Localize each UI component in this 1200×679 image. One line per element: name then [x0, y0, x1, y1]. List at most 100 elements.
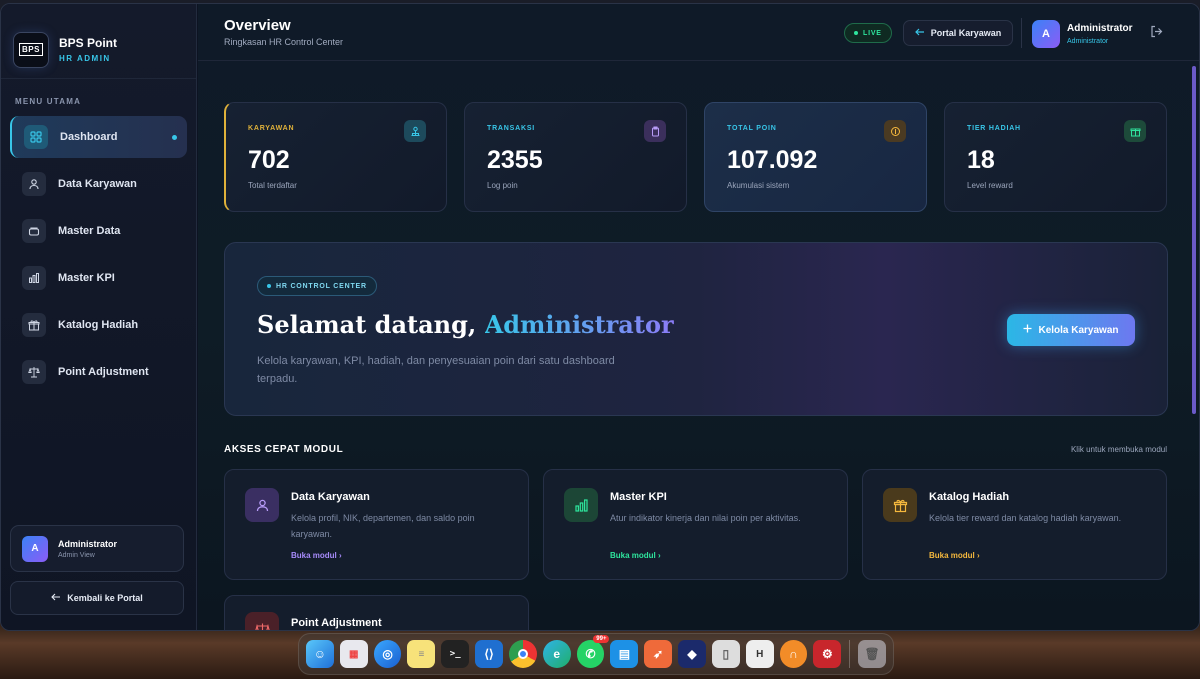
- sidebar-item-master-kpi[interactable]: Master KPI: [10, 257, 187, 299]
- app-h-icon[interactable]: H: [745, 640, 774, 668]
- chrome-icon[interactable]: [508, 640, 537, 668]
- stat-card-transaksi[interactable]: TRANSAKSI 2355 Log poin: [464, 102, 687, 212]
- brand: BPS BPS Point HR ADMIN: [1, 4, 196, 79]
- gift-icon: [883, 488, 917, 522]
- sidebar-item-master-data[interactable]: Master Data: [10, 210, 187, 252]
- stat-card-tier-hadiah[interactable]: TIER HADIAH 18 Level reward: [944, 102, 1167, 212]
- module-desc: Kelola profil, NIK, departemen, dan sald…: [291, 513, 475, 539]
- live-dot: [854, 31, 858, 35]
- brand-sub: HR ADMIN: [59, 54, 111, 63]
- sidebar-user-card[interactable]: A Administrator Admin View: [10, 525, 184, 572]
- coin-icon: [884, 120, 906, 142]
- sidebar-user-name: Administrator: [58, 538, 118, 549]
- stat-desc: Total terdaftar: [248, 181, 297, 190]
- plus-icon: [1023, 324, 1032, 336]
- scale-icon: [245, 612, 279, 630]
- bar-chart-icon: [22, 266, 46, 290]
- sidebar-item-data-karyawan[interactable]: Data Karyawan: [10, 163, 187, 205]
- module-desc: Kelola tier reward dan katalog hadiah ka…: [929, 513, 1122, 523]
- app-icon[interactable]: ◆: [678, 640, 706, 668]
- live-badge: LIVE: [844, 23, 892, 43]
- sidebar-item-dashboard[interactable]: Dashboard: [10, 116, 187, 158]
- sidebar-item-label: Data Karyawan: [58, 178, 137, 190]
- hero-badge: HR CONTROL CENTER: [257, 276, 377, 296]
- stat-card-total-poin[interactable]: TOTAL POIN 107.092 Akumulasi sistem: [704, 102, 927, 212]
- stat-value: 107.092: [727, 146, 818, 174]
- header-user-role: Administrator: [1067, 38, 1109, 45]
- back-to-portal-label: Kembali ke Portal: [67, 593, 143, 603]
- module-title: Data Karyawan: [291, 491, 370, 503]
- avatar: A: [22, 535, 48, 562]
- arrow-left-icon: [914, 28, 925, 38]
- notification-badge: 99+: [593, 635, 610, 643]
- app-window: BPS BPS Point HR ADMIN MENU UTAMA Dashbo…: [0, 3, 1200, 631]
- portal-karyawan-button[interactable]: Portal Karyawan: [903, 20, 1013, 46]
- users-icon: [245, 488, 279, 522]
- sidebar-item-label: Master KPI: [58, 272, 115, 284]
- sidebar-item-label: Master Data: [58, 225, 121, 237]
- trash-icon[interactable]: 🗑: [858, 640, 887, 668]
- users-icon: [22, 172, 46, 196]
- module-card-point-adjustment[interactable]: Point Adjustment: [224, 595, 529, 630]
- finder-icon[interactable]: ☺: [306, 640, 334, 668]
- stat-desc: Level reward: [967, 181, 1013, 190]
- module-title: Master KPI: [610, 491, 667, 503]
- stat-value: 18: [967, 146, 995, 174]
- module-card-master-kpi[interactable]: Master KPI Atur indikator kinerja dan ni…: [543, 469, 848, 580]
- hero-title-name: Administrator: [484, 310, 674, 339]
- stat-label: KARYAWAN: [248, 125, 295, 132]
- stat-desc: Akumulasi sistem: [727, 181, 790, 190]
- module-card-data-karyawan[interactable]: Data Karyawan Kelola profil, NIK, depart…: [224, 469, 529, 580]
- module-open-link[interactable]: Buka modul ›: [610, 551, 661, 560]
- stat-card-karyawan[interactable]: KARYAWAN 702 Total terdaftar: [224, 102, 447, 212]
- header-user-name: Administrator: [1067, 23, 1133, 34]
- docker-icon[interactable]: ▤: [610, 640, 639, 668]
- stat-label: TIER HADIAH: [967, 125, 1021, 132]
- badge-dot: [267, 284, 271, 288]
- user-hierarchy-icon: [404, 120, 426, 142]
- page-subtitle: Ringkasan HR Control Center: [224, 37, 344, 47]
- brand-logo: BPS: [13, 31, 49, 68]
- scrollbar[interactable]: [1192, 66, 1196, 414]
- menu-title: MENU UTAMA: [15, 97, 82, 106]
- grid-icon: [24, 125, 48, 149]
- whatsapp-icon[interactable]: ✆ 99+: [576, 635, 610, 668]
- back-to-portal-button[interactable]: Kembali ke Portal: [10, 581, 184, 615]
- avatar[interactable]: A: [1032, 20, 1060, 48]
- welcome-hero: HR CONTROL CENTER Selamat datang, Admini…: [224, 242, 1168, 416]
- safari-icon[interactable]: ◎: [373, 640, 402, 668]
- section-title: AKSES CEPAT MODUL: [224, 444, 344, 455]
- sidebar-item-katalog-hadiah[interactable]: Katalog Hadiah: [10, 304, 187, 346]
- sidebar-item-label: Katalog Hadiah: [58, 319, 139, 331]
- app-red-icon[interactable]: ⚙: [813, 640, 842, 668]
- vscode-icon[interactable]: ⟨⟩: [475, 640, 503, 668]
- clipboard-icon: [644, 120, 666, 142]
- gift-icon: [22, 313, 46, 337]
- module-card-katalog-hadiah[interactable]: Katalog Hadiah Kelola tier reward dan ka…: [862, 469, 1167, 580]
- edge-icon[interactable]: e: [542, 640, 571, 668]
- launchpad-icon[interactable]: ▦: [339, 640, 368, 668]
- module-open-link[interactable]: Buka modul ›: [291, 551, 342, 560]
- divider: [1021, 18, 1022, 48]
- kelola-karyawan-button[interactable]: Kelola Karyawan: [1007, 314, 1135, 346]
- active-dot: [172, 134, 177, 140]
- module-open-link[interactable]: Buka modul ›: [929, 551, 980, 560]
- module-title: Point Adjustment: [291, 617, 382, 629]
- gift-icon: [1124, 120, 1146, 142]
- scale-icon: [22, 360, 46, 384]
- macos-dock: ☺ ▦ ◎ ≡ >_ ⟨⟩ e ✆ 99+ ▤ ➶ ◆ ▯ H ∩ ⚙ 🗑: [298, 633, 894, 675]
- preview-icon[interactable]: ▯: [711, 640, 740, 668]
- hero-desc: Kelola karyawan, KPI, hadiah, dan penyes…: [257, 355, 615, 385]
- logout-icon[interactable]: [1150, 25, 1163, 43]
- stat-value: 702: [248, 146, 290, 174]
- topbar: Overview Ringkasan HR Control Center LIV…: [198, 4, 1199, 61]
- arrow-left-icon: [51, 593, 61, 603]
- kelola-karyawan-label: Kelola Karyawan: [1038, 324, 1119, 336]
- sidebar: BPS BPS Point HR ADMIN MENU UTAMA Dashbo…: [1, 4, 197, 630]
- headphone-app-icon[interactable]: ∩: [779, 640, 808, 668]
- postman-icon[interactable]: ➶: [644, 640, 673, 668]
- notes-icon[interactable]: ≡: [407, 640, 436, 668]
- sidebar-item-point-adjustment[interactable]: Point Adjustment: [10, 351, 187, 393]
- sidebar-user-role: Admin View: [58, 551, 95, 559]
- terminal-icon[interactable]: >_: [441, 640, 470, 668]
